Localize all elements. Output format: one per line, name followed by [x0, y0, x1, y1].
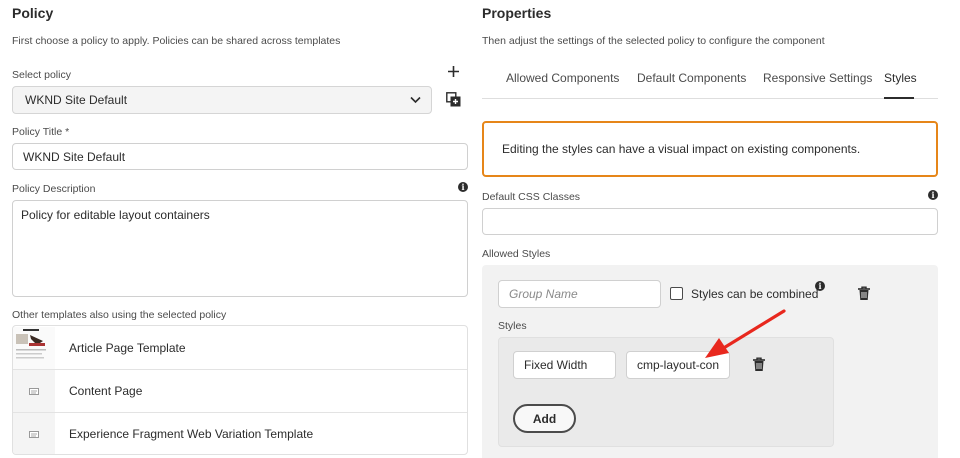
style-name-input[interactable]: Fixed Width: [513, 351, 616, 379]
info-icon[interactable]: i: [815, 281, 825, 291]
copy-policy-icon[interactable]: [446, 92, 461, 107]
style-name-value: Fixed Width: [524, 358, 588, 372]
policy-subtitle: First choose a policy to apply. Policies…: [12, 35, 341, 47]
select-policy-value: WKND Site Default: [25, 93, 128, 107]
info-icon[interactable]: i: [458, 182, 468, 192]
styles-combined-checkbox[interactable]: [670, 287, 683, 300]
tab-styles[interactable]: Styles: [884, 71, 917, 85]
styles-combined-label: Styles can be combined: [691, 287, 819, 301]
policy-heading: Policy: [12, 5, 54, 21]
tab-responsive-settings[interactable]: Responsive Settings: [763, 71, 872, 85]
policy-description-value: Policy for editable layout containers: [21, 208, 210, 222]
select-policy-label: Select policy: [12, 69, 71, 81]
tab-allowed-components[interactable]: Allowed Components: [506, 71, 619, 85]
styles-warning-alert: Editing the styles can have a visual imp…: [482, 121, 938, 177]
template-name: Article Page Template: [69, 340, 186, 355]
add-button-label: Add: [532, 411, 557, 426]
allowed-styles-label: Allowed Styles: [482, 248, 551, 260]
add-icon[interactable]: [447, 65, 460, 78]
add-style-button[interactable]: Add: [513, 404, 576, 433]
tabs-divider: [482, 98, 938, 99]
other-templates-label: Other templates also using the selected …: [12, 309, 227, 321]
properties-heading: Properties: [482, 5, 552, 21]
chevron-down-icon: [410, 96, 421, 104]
list-item[interactable]: Content Page: [13, 369, 467, 412]
policy-description-label: Policy Description: [12, 183, 96, 195]
styles-label: Styles: [498, 320, 527, 332]
group-name-placeholder: Group Name: [509, 287, 578, 301]
alert-text: Editing the styles can have a visual imp…: [502, 142, 861, 156]
list-item[interactable]: Experience Fragment Web Variation Templa…: [13, 412, 467, 454]
page-icon: [13, 370, 55, 412]
policy-title-input[interactable]: WKND Site Default: [12, 143, 468, 170]
policy-title-value: WKND Site Default: [23, 149, 126, 164]
tab-default-components[interactable]: Default Components: [637, 71, 746, 85]
properties-subtitle: Then adjust the settings of the selected…: [482, 35, 825, 47]
template-name: Content Page: [69, 384, 143, 398]
policy-title-label: Policy Title *: [12, 126, 70, 138]
article-thumbnail: [13, 326, 55, 369]
policy-description-textarea[interactable]: Policy for editable layout containers: [12, 200, 468, 297]
info-icon[interactable]: i: [928, 190, 938, 200]
annotation-arrow: [705, 309, 786, 358]
group-name-input[interactable]: Group Name: [498, 280, 661, 308]
select-policy-dropdown[interactable]: WKND Site Default: [12, 86, 432, 114]
template-name: Experience Fragment Web Variation Templa…: [69, 427, 314, 441]
list-item[interactable]: Article Page Template: [13, 326, 467, 369]
active-tab-indicator: [884, 97, 914, 99]
page-icon: [13, 413, 55, 454]
trash-icon[interactable]: [857, 286, 871, 301]
default-css-input[interactable]: [482, 208, 938, 235]
templates-list: Article Page Template Content Page Exper…: [12, 325, 468, 455]
default-css-label: Default CSS Classes: [482, 191, 581, 203]
